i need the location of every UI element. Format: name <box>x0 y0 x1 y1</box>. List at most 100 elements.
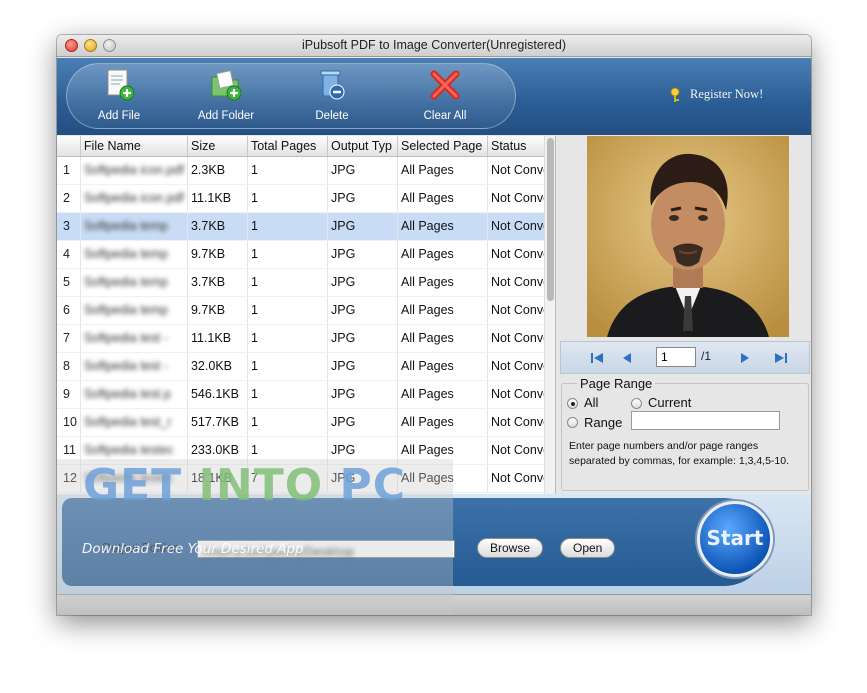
delete-label: Delete <box>315 110 349 122</box>
file-name-text: Softpedia temp <box>83 219 168 233</box>
file-name-text: Softpedia test - <box>83 359 168 373</box>
file-name-cell: Softpedia test.p <box>80 380 188 409</box>
total-pages-cell: 1 <box>247 184 328 213</box>
file-name-text: Softpedia icon.pdf <box>83 163 184 177</box>
output-type-cell: JPG <box>327 296 398 325</box>
output-type-cell: JPG <box>327 352 398 381</box>
row-index-cell: 4 <box>57 240 81 269</box>
output-type-cell: JPG <box>327 324 398 353</box>
selected-page-cell: All Pages <box>397 184 488 213</box>
vertical-scroll-thumb[interactable] <box>547 138 554 301</box>
preview-portrait <box>587 136 789 337</box>
row-index-cell: 1 <box>57 156 81 185</box>
radio-range[interactable] <box>567 417 578 428</box>
selected-page-cell: All Pages <box>397 296 488 325</box>
add-file-button[interactable]: Add File <box>74 68 164 128</box>
total-pages-cell: 1 <box>247 212 328 241</box>
page-number-input[interactable]: 1 <box>656 347 696 367</box>
selected-page-cell: All Pages <box>397 380 488 409</box>
total-pages-cell: 1 <box>247 296 328 325</box>
add-folder-button[interactable]: Add Folder <box>181 68 271 128</box>
clear-all-icon <box>430 70 460 100</box>
page-range-legend: Page Range <box>577 376 656 391</box>
size-cell: 3.7KB <box>187 268 248 297</box>
total-pages-cell: 1 <box>247 156 328 185</box>
selected-page-cell: All Pages <box>397 268 488 297</box>
file-name-text: Softpedia test_r <box>83 415 172 429</box>
delete-button[interactable]: Delete <box>287 68 377 128</box>
column-header-size[interactable]: Size <box>187 136 248 157</box>
watermark-title-c: PC <box>323 460 406 511</box>
size-cell: 2.3KB <box>187 156 248 185</box>
app-window: iPubsoft PDF to Image Converter(Unregist… <box>57 35 811 615</box>
column-header-total-pages[interactable]: Total Pages <box>247 136 328 157</box>
clear-all-button[interactable]: Clear All <box>400 68 490 128</box>
column-header-file-name[interactable]: File Name <box>80 136 188 157</box>
size-cell: 11.1KB <box>187 184 248 213</box>
radio-all[interactable] <box>567 398 578 409</box>
table-row[interactable]: 6 Softpedia temp 9.7KB 1 JPG All Pages Not Con… <box>57 296 555 325</box>
file-name-cell: Softpedia test_r <box>80 408 188 437</box>
file-name-cell: Softpedia temp <box>80 268 188 297</box>
size-cell: 546.1KB <box>187 380 248 409</box>
file-name-cell: Softpedia temp <box>80 296 188 325</box>
preview-panel: 1 /1 Page Range All Current Range Enter … <box>557 136 811 494</box>
table-vertical-scrollbar[interactable] <box>544 136 555 494</box>
row-index-cell: 10 <box>57 408 81 437</box>
watermark-overlay: GET INTO PC Download Free Your Desired A… <box>57 459 453 615</box>
size-cell: 9.7KB <box>187 296 248 325</box>
start-button[interactable]: Start <box>697 501 773 577</box>
row-index-cell: 6 <box>57 296 81 325</box>
toolbar: Add File Add Folder Delete Clear All Reg… <box>57 58 811 135</box>
size-cell: 517.7KB <box>187 408 248 437</box>
window-title: iPubsoft PDF to Image Converter(Unregist… <box>302 38 566 52</box>
file-name-text: Softpedia temp <box>83 247 168 261</box>
watermark-title-a: GET <box>83 460 199 511</box>
size-cell: 3.7KB <box>187 212 248 241</box>
page-range-group: Page Range All Current Range Enter page … <box>561 376 809 491</box>
selected-page-cell: All Pages <box>397 408 488 437</box>
column-header-selected-page[interactable]: Selected Page <box>397 136 488 157</box>
delete-icon <box>320 70 345 100</box>
selected-page-cell: All Pages <box>397 352 488 381</box>
column-header-output-type[interactable]: Output Typ <box>327 136 398 157</box>
row-index-cell: 7 <box>57 324 81 353</box>
table-row[interactable]: 1 Softpedia icon.pdf 2.3KB 1 JPG All Pages Not… <box>57 156 555 185</box>
table-row[interactable]: 10 Softpedia test_r 517.7KB 1 JPG All Pages No… <box>57 408 555 437</box>
first-page-icon[interactable] <box>589 350 605 366</box>
last-page-icon[interactable] <box>773 350 789 366</box>
size-cell: 11.1KB <box>187 324 248 353</box>
register-now-link[interactable]: Register Now! <box>690 87 763 102</box>
page-range-input[interactable] <box>631 411 780 430</box>
radio-all-label: All <box>584 395 599 410</box>
open-button[interactable]: Open <box>560 538 616 558</box>
next-page-icon[interactable] <box>737 350 753 366</box>
table-row[interactable]: 8 Softpedia test -32.0KB 1 JPG All Pages Not … <box>57 352 555 381</box>
file-name-text: Softpedia test - <box>83 331 168 345</box>
table-row[interactable]: 4 Softpedia temp 9.7KB 1 JPG All Pages Not Con… <box>57 240 555 269</box>
start-label: Start <box>706 526 764 550</box>
total-pages-cell: 1 <box>247 380 328 409</box>
add-file-icon <box>107 69 135 101</box>
page-preview-image <box>587 136 789 337</box>
table-row[interactable]: 5 Softpedia temp 3.7KB 1 JPG All Pages Not Con… <box>57 268 555 297</box>
total-pages-cell: 1 <box>247 352 328 381</box>
table-row[interactable]: 2 Softpedia icon.pdf 11.1KB 1 JPG All Pages No… <box>57 184 555 213</box>
table-row[interactable]: 7 Softpedia test -11.1KB 1 JPG All Pages Not … <box>57 324 555 353</box>
radio-range-label: Range <box>584 415 623 430</box>
browse-button[interactable]: Browse <box>477 538 544 558</box>
watermark-title: GET INTO PC <box>83 460 406 511</box>
file-name-cell: Softpedia temp <box>80 212 188 241</box>
output-type-cell: JPG <box>327 268 398 297</box>
prev-page-icon[interactable] <box>619 350 635 366</box>
output-type-cell: JPG <box>327 184 398 213</box>
watermark-subtitle: Download Free Your Desired App <box>82 541 304 557</box>
file-name-text: Softpedia testec <box>83 443 174 457</box>
radio-current-label: Current <box>648 395 692 410</box>
table-row[interactable]: 3 Softpedia temp 3.7KB 1 JPG All Pages Not Con… <box>57 212 555 241</box>
table-row[interactable]: 9 Softpedia test.p 546.1KB 1 JPG All Pages Not… <box>57 380 555 409</box>
radio-current[interactable] <box>631 398 642 409</box>
total-pages-cell: 1 <box>247 240 328 269</box>
size-cell: 9.7KB <box>187 240 248 269</box>
file-name-text: Softpedia temp <box>83 303 168 317</box>
